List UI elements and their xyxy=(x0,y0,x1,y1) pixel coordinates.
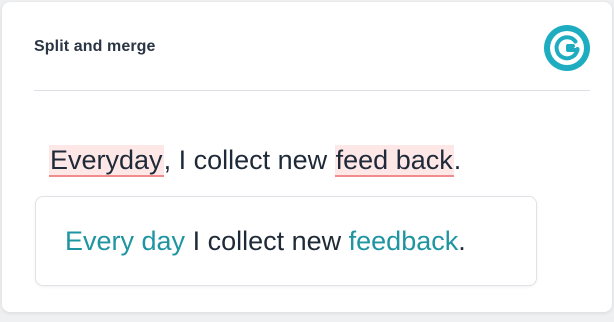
correction-feedback: feedback xyxy=(348,226,459,256)
grammarly-g-icon xyxy=(544,25,590,71)
original-sentence: Everyday, I collect new feed back. xyxy=(49,140,461,180)
suggested-sentence: Every day I collect new feedback. xyxy=(65,223,466,259)
suggested-text-end: . xyxy=(458,226,466,256)
original-text-middle: , I collect new xyxy=(163,145,335,175)
flagged-word-feed-back[interactable]: feed back xyxy=(334,145,454,177)
original-text-end: . xyxy=(453,145,462,175)
flagged-word-everyday[interactable]: Everyday xyxy=(49,145,164,177)
suggested-text-middle: I collect new xyxy=(185,226,349,256)
suggestion-card[interactable]: Every day I collect new feedback. xyxy=(35,196,537,286)
card-title: Split and merge xyxy=(34,38,156,55)
divider xyxy=(34,90,590,91)
example-card: Split and merge Everyday, I collect new … xyxy=(2,2,612,312)
correction-every-day: Every day xyxy=(65,226,186,256)
